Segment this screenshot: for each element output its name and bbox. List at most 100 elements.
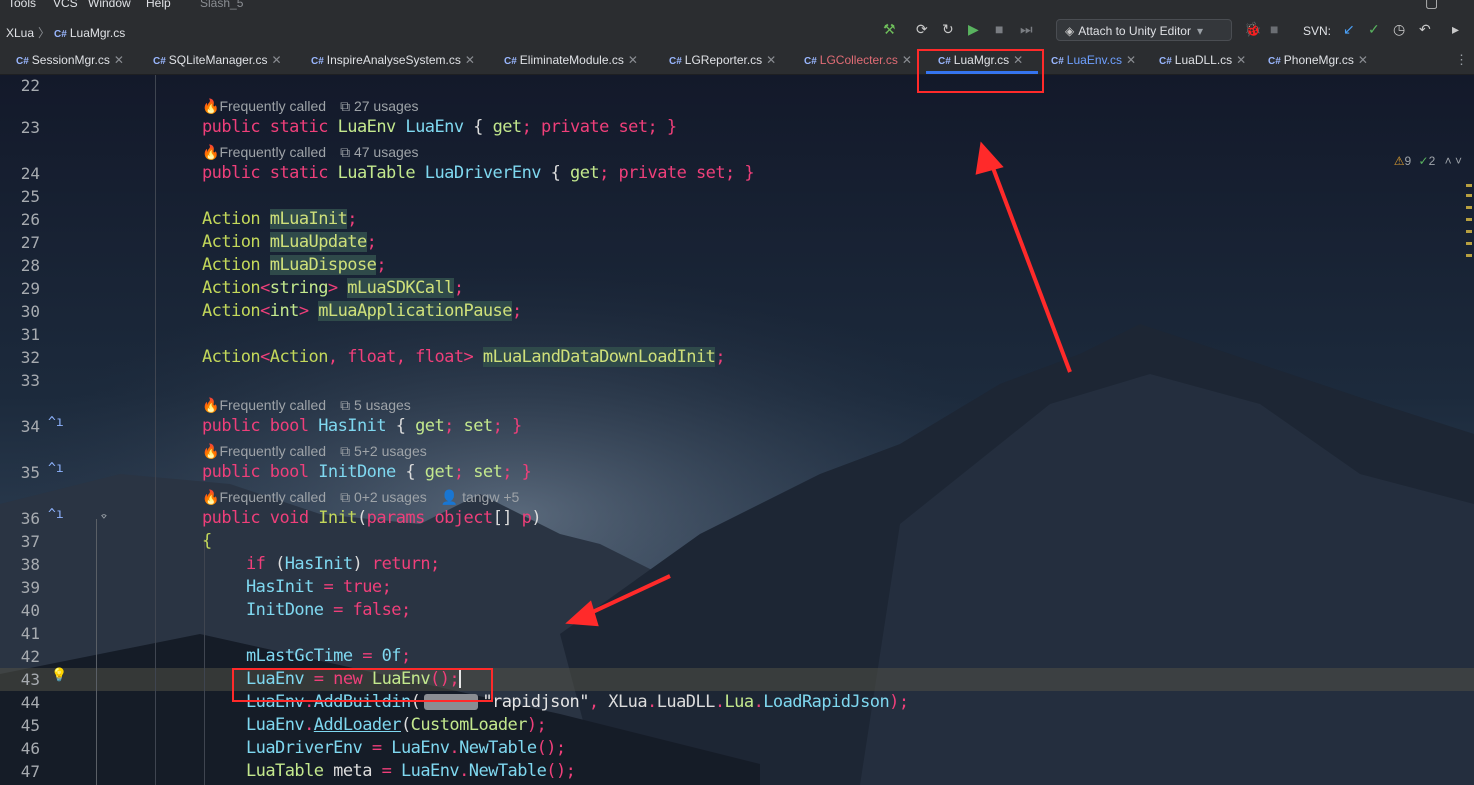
code-line-34: public bool HasInit { get; set; } <box>202 416 522 436</box>
csharp-file-icon: C# <box>311 56 324 67</box>
annotation-box-code <box>232 668 493 702</box>
code-line-28: Action mLuaDispose; <box>202 255 387 275</box>
tab-label: InspireAnalyseSystem.cs <box>326 53 461 67</box>
csharp-file-icon: C# <box>1051 56 1064 67</box>
more-icon[interactable]: ▸ <box>1452 21 1459 38</box>
flame-icon: 🔥 <box>202 98 220 114</box>
close-icon[interactable]: ✕ <box>628 53 638 67</box>
close-icon[interactable]: ✕ <box>902 53 912 67</box>
line-number: 47 <box>20 762 40 781</box>
code-lens-hint[interactable]: 🔥Frequently called ⧉ 47 usages <box>202 142 419 162</box>
stop-debug-icon[interactable]: ■ <box>1270 21 1278 37</box>
tab-label: PhoneMgr.cs <box>1283 53 1354 67</box>
code-editor[interactable]: ⚠9 ✓2 ˄ ˅ 22 23 24 25 26 27 28 29 30 31 … <box>0 74 1474 785</box>
tab-label: SessionMgr.cs <box>31 53 110 67</box>
rollback-icon[interactable]: ↶ <box>1419 21 1431 38</box>
tab-sqlitemanager[interactable]: C# SQLiteManager.cs ✕ <box>153 46 282 74</box>
chevron-up-icon: ˄ <box>1444 154 1452 168</box>
build-hammer-icon[interactable]: ⚒ <box>883 21 896 38</box>
play-icon[interactable]: ▶ <box>968 21 979 38</box>
menu-window[interactable]: Window <box>88 0 131 10</box>
close-icon[interactable]: ✕ <box>1126 53 1136 67</box>
line-number: 39 <box>20 578 40 597</box>
implements-gutter-icon[interactable]: ^ı <box>48 507 64 522</box>
usages-icon: ⧉ <box>340 98 351 114</box>
code-line-40: InitDone = false; <box>246 600 411 620</box>
implements-gutter-icon[interactable]: ^ı <box>48 415 64 430</box>
csharp-file-icon: C# <box>669 56 682 67</box>
hint-called: Frequently called <box>219 98 327 114</box>
code-lens-hint[interactable]: 🔥Frequently called ⧉ 27 usages <box>202 96 419 116</box>
step-icon[interactable]: ⏭ <box>1020 21 1033 38</box>
code-line-39: HasInit = true; <box>246 577 392 597</box>
close-icon[interactable]: ✕ <box>766 53 776 67</box>
code-line-36: public void Init(params object[] p) <box>202 508 542 528</box>
breadcrumb-root[interactable]: XLua <box>6 26 34 40</box>
attach-unity-dropdown[interactable]: ◈ Attach to Unity Editor ▾ <box>1056 19 1232 41</box>
indent-guide <box>204 539 205 785</box>
project-name: Slash_5 <box>200 0 244 10</box>
tab-luaenv[interactable]: C# LuaEnv.cs ✕ <box>1051 46 1136 74</box>
scrollbar-markers[interactable] <box>1466 184 1472 264</box>
inspection-status[interactable]: ⚠9 ✓2 ˄ ˅ <box>1394 154 1462 168</box>
close-icon[interactable]: ✕ <box>465 53 475 67</box>
close-icon[interactable]: ✕ <box>114 53 124 67</box>
svn-update-icon[interactable]: ↙ <box>1343 21 1355 38</box>
line-number: 23 <box>20 118 40 137</box>
svn-commit-icon[interactable]: ✓ <box>1368 21 1380 38</box>
author-icon: 👤 <box>440 489 459 505</box>
line-number: 33 <box>20 371 40 390</box>
line-number: 34 <box>20 417 40 436</box>
code-lens-hint[interactable]: 🔥Frequently called ⧉ 5+2 usages <box>202 441 427 461</box>
line-number: 30 <box>20 302 40 321</box>
fold-icon[interactable]: ⌔ <box>100 510 108 525</box>
tab-sessionmgr[interactable]: C# SessionMgr.cs ✕ <box>16 46 124 74</box>
tab-phonemgr[interactable]: C# PhoneMgr.cs ✕ <box>1268 46 1368 74</box>
history-icon[interactable]: ◷ <box>1393 21 1405 38</box>
code-line-26: Action mLuaInit; <box>202 209 358 229</box>
reload-icon[interactable]: ↻ <box>942 21 954 38</box>
hint-usages: 0+2 usages <box>353 489 427 505</box>
tab-lgcollecter[interactable]: C# LGCollecter.cs ✕ <box>804 46 912 74</box>
implements-gutter-icon[interactable]: ^ı <box>48 461 64 476</box>
line-number: 26 <box>20 210 40 229</box>
editor-tab-bar: C# SessionMgr.cs ✕ C# SQLiteManager.cs ✕ C# I… <box>0 46 1474 75</box>
warning-count: 9 <box>1404 154 1412 168</box>
line-number: 22 <box>20 76 40 95</box>
close-icon[interactable]: ✕ <box>1236 53 1246 67</box>
refresh-assets-icon[interactable]: ⟳ <box>916 21 928 38</box>
csharp-file-icon: C# <box>54 29 67 40</box>
flame-icon: 🔥 <box>202 144 220 160</box>
menu-tools[interactable]: Tools <box>8 0 36 10</box>
csharp-file-icon: C# <box>153 56 166 67</box>
fold-line <box>96 519 97 785</box>
close-icon[interactable]: ✕ <box>1358 53 1368 67</box>
line-number: 25 <box>20 187 40 206</box>
debug-bug-icon[interactable]: 🐞 <box>1244 21 1261 38</box>
line-number: 42 <box>20 647 40 666</box>
breadcrumb-file[interactable]: LuaMgr.cs <box>70 26 125 40</box>
csharp-file-icon: C# <box>16 56 29 67</box>
code-lens-hint[interactable]: 🔥Frequently called ⧉ 0+2 usages 👤 tangw +5 <box>202 487 519 507</box>
tab-luadll[interactable]: C# LuaDLL.cs ✕ <box>1159 46 1246 74</box>
menu-vcs[interactable]: VCS <box>53 0 78 10</box>
menu-help[interactable]: Help <box>146 0 171 10</box>
usages-icon: ⧉ <box>340 443 351 459</box>
csharp-file-icon: C# <box>504 56 517 67</box>
hint-usages: 27 usages <box>353 98 419 114</box>
line-number: 46 <box>20 739 40 758</box>
tab-lgreporter[interactable]: C# LGReporter.cs ✕ <box>669 46 776 74</box>
code-lens-hint[interactable]: 🔥Frequently called ⧉ 5 usages <box>202 395 411 415</box>
close-icon[interactable]: ✕ <box>272 53 282 67</box>
line-number: 35 <box>20 463 40 482</box>
tab-inspireanalysesystem[interactable]: C# InspireAnalyseSystem.cs ✕ <box>311 46 475 74</box>
more-tabs-icon[interactable]: ⋮ <box>1455 52 1468 68</box>
lightbulb-icon[interactable]: 💡 <box>51 668 67 683</box>
line-number: 31 <box>20 325 40 344</box>
tab-eliminatemodule[interactable]: C# EliminateModule.cs ✕ <box>504 46 638 74</box>
line-number: 24 <box>20 164 40 183</box>
ok-count: 2 <box>1428 154 1436 168</box>
stop-icon[interactable]: ■ <box>995 21 1003 37</box>
line-number: 38 <box>20 555 40 574</box>
maximize-icon[interactable]: ▢ <box>1425 0 1438 11</box>
